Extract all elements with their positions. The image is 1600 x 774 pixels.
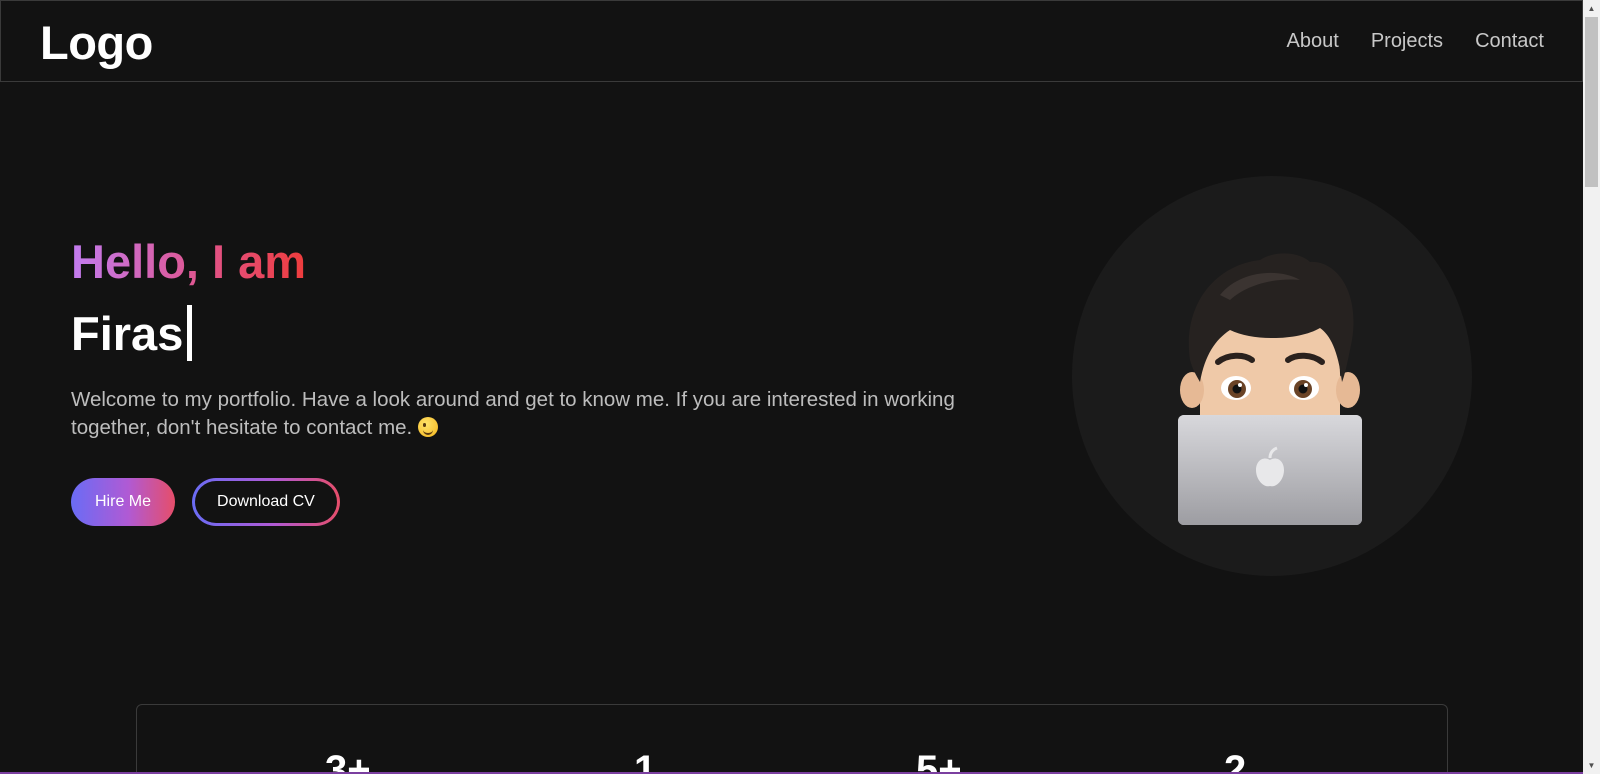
download-cv-button[interactable]: Download CV [192, 478, 340, 526]
page-viewport: Logo About Projects Contact Hello, I am … [0, 0, 1583, 774]
nav-link-about[interactable]: About [1287, 30, 1339, 53]
memoji-avatar-with-laptop [1178, 253, 1362, 525]
nav-link-contact[interactable]: Contact [1475, 30, 1544, 53]
stat-value: 5+ [916, 748, 962, 774]
hero-actions: Hire Me Download CV [71, 478, 340, 526]
nav-link-projects[interactable]: Projects [1371, 30, 1443, 53]
wink-emoji-icon [418, 417, 439, 437]
typing-cursor [187, 305, 193, 361]
hire-me-button[interactable]: Hire Me [71, 478, 176, 526]
scroll-up-arrow-icon[interactable]: ▲ [1583, 0, 1600, 17]
hero-greeting: Hello, I am [71, 235, 307, 288]
vertical-scrollbar[interactable]: ▲ ▼ [1583, 0, 1600, 774]
stat-value: 1 [634, 748, 657, 774]
hero-intro: Welcome to my portfolio. Have a look aro… [71, 386, 1011, 442]
site-header: Logo About Projects Contact [0, 0, 1583, 82]
scrollbar-thumb[interactable] [1585, 17, 1598, 187]
stat-value: 2 [1224, 748, 1247, 774]
hero-name: Firas [71, 306, 184, 360]
stat-value: 3+ [325, 748, 371, 774]
logo[interactable]: Logo [40, 15, 153, 70]
hero-name-row: Firas [71, 305, 193, 361]
scroll-down-arrow-icon[interactable]: ▼ [1583, 757, 1600, 774]
hero-intro-text: Welcome to my portfolio. Have a look aro… [71, 388, 955, 439]
download-cv-label: Download CV [195, 481, 337, 523]
main-nav: About Projects Contact [1287, 30, 1544, 53]
